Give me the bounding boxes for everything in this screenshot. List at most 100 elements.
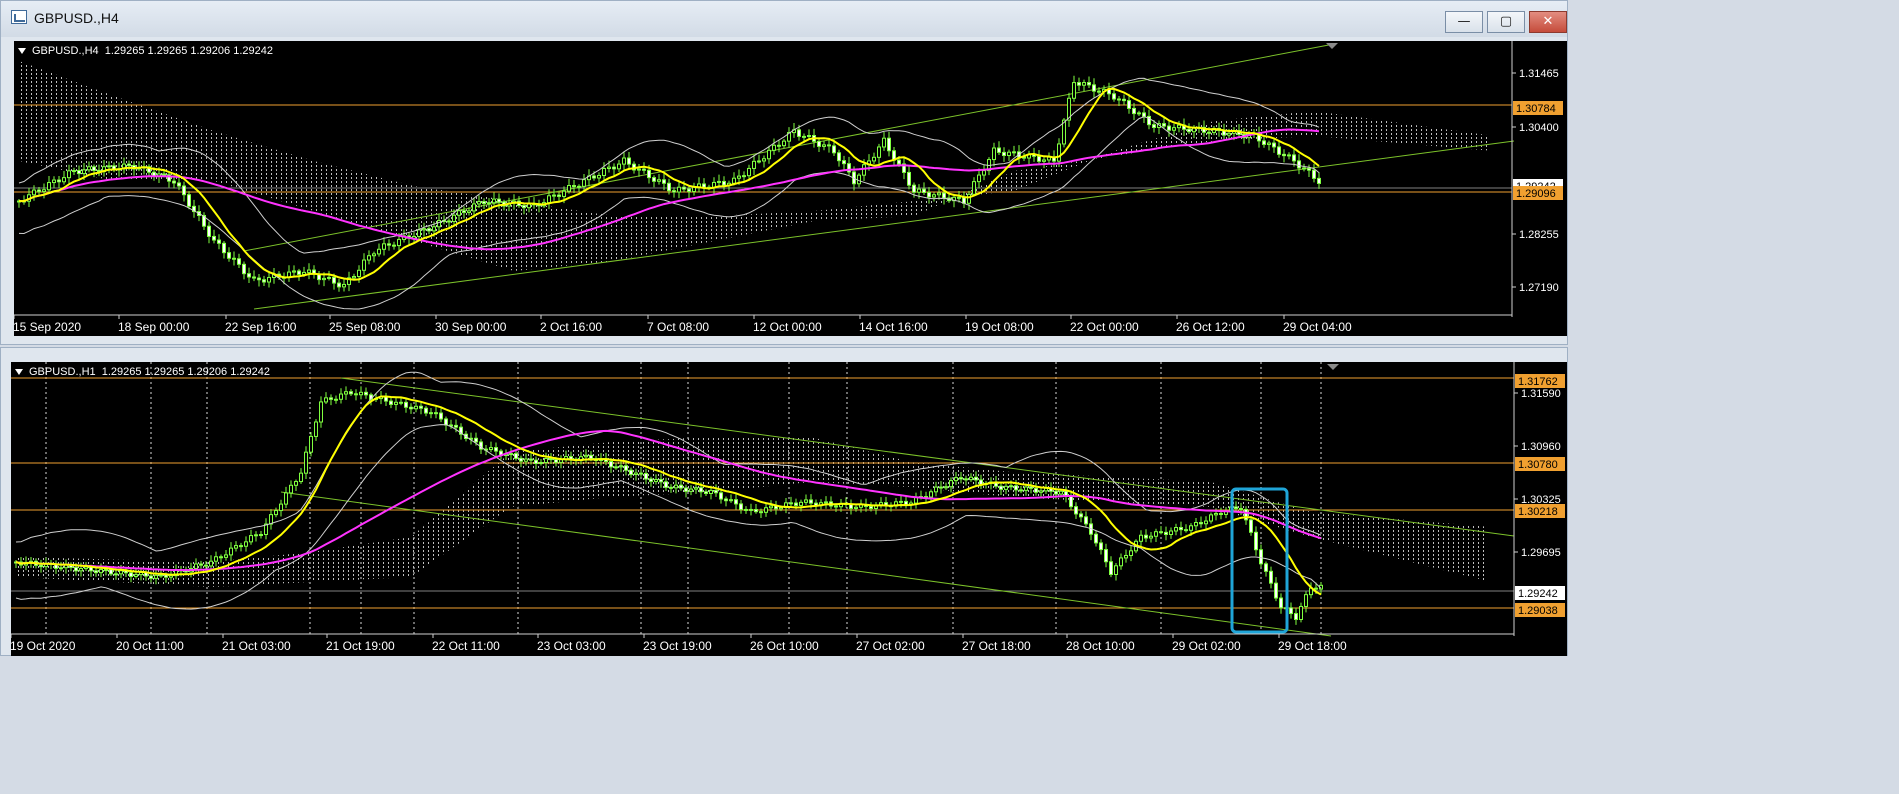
price-chart-h4[interactable]: 1.314651.304001.282551.271901.307841.292… [13,41,1567,336]
time-axis-label: 19 Oct 2020 [11,639,76,653]
candle-body [1099,542,1103,551]
candle-body [744,508,748,511]
candle-body [752,160,756,169]
candle-body [74,566,78,572]
candle-body [619,465,623,468]
candle-body [942,192,946,199]
candle-body [472,203,476,212]
candle-body [1297,160,1301,169]
candle-body [194,563,198,569]
candle-body [437,220,441,228]
candle-body [447,220,451,223]
window-title-bar[interactable]: GBPUSD.,H4 — ▢ ✕ [1,1,1567,37]
candle-body [397,238,401,247]
candle-body [1042,159,1046,162]
candle-body [172,180,176,184]
candle-body [669,486,673,489]
candle-body [154,574,158,579]
candle-body [1164,531,1168,535]
candle-body [417,229,421,237]
candle-body [522,205,526,209]
candle-body [597,174,601,179]
candle-body [992,147,996,161]
candle-body [1004,485,1008,490]
price-chart-h1[interactable]: 1.31590 1.30960 1.30325 1.29695 1.31762 1.307… [10,362,1567,656]
candle-body [659,479,663,483]
candle-body [877,146,881,158]
candle-body [772,144,776,151]
candle-body [292,270,296,273]
chart-menu-arrow-icon[interactable] [18,48,26,54]
candle-body [509,453,513,456]
price-tag-label: 1.30780 [1518,459,1558,471]
candle-body [387,243,391,246]
candle-body [1087,82,1091,86]
candle-body [94,570,98,574]
candle-body [737,175,741,179]
candle-body [434,412,438,415]
candle-body [482,201,486,205]
candle-body [1029,486,1033,489]
candle-body [314,421,318,437]
candle-body [1269,570,1273,584]
candle-body [769,505,773,509]
candle-body [297,270,301,275]
candle-body [1169,530,1173,535]
chart-canvas-h1[interactable]: 1.315901.309601.303251.296951.317621.307… [10,362,1567,656]
candle-body [999,485,1003,490]
candle-body [929,491,933,498]
candle-body [764,507,768,513]
candle-body [182,185,186,196]
candle-body [239,545,243,548]
candle-body [699,487,703,493]
candle-body [794,502,798,506]
time-axis-label: 26 Oct 10:00 [750,639,819,653]
chart-window-h4[interactable]: GBPUSD.,H4 — ▢ ✕ 1.31465 1.30400 1.28255 1.… [0,0,1568,345]
close-button[interactable]: ✕ [1529,11,1567,33]
candle-body [177,182,181,187]
candle-body [589,454,593,460]
candle-body [974,476,978,481]
candle-body [612,166,616,170]
candle-body [72,170,76,173]
time-axis-label: 15 Sep 2020 [14,320,81,334]
chart-window-h1[interactable]: 1.31590 1.30960 1.30325 1.29695 1.31762 1.307… [0,347,1568,656]
candle-body [119,570,123,575]
candle-body [722,180,726,186]
candle-body [84,566,88,570]
candle-body [782,140,786,147]
candle-body [267,276,271,283]
candle-body [912,184,916,193]
time-axis-label: 22 Oct 11:00 [432,639,500,653]
candle-body [1077,82,1081,86]
price-axis-label: 1.31465 [1519,68,1559,80]
candle-body [647,169,651,179]
candle-body [244,541,248,547]
candle-body [817,140,821,147]
candle-body [704,491,708,495]
candle-body [842,160,846,165]
candle-body [834,505,838,508]
candle-body [529,458,533,461]
candle-body [222,242,226,254]
candle-body [824,501,828,504]
minimize-button[interactable]: — [1445,11,1483,33]
chart-canvas-h4[interactable]: 1.314651.304001.282551.271901.307841.292… [13,41,1567,336]
candle-body [104,568,108,571]
candle-body [1162,123,1166,127]
chart-menu-arrow-icon[interactable] [15,369,23,375]
candle-body [652,177,656,182]
candle-body [807,135,811,138]
time-axis-label: 18 Sep 00:00 [118,320,190,334]
candle-body [284,492,288,505]
candle-body [87,166,91,171]
candle-body [767,149,771,160]
candle-body [1074,506,1078,515]
candle-body [629,469,633,475]
candle-body [382,243,386,250]
candle-body [79,568,83,572]
maximize-button[interactable]: ▢ [1487,11,1525,33]
candle-body [399,401,403,404]
candle-body [1277,146,1281,155]
candle-body [1072,82,1076,99]
